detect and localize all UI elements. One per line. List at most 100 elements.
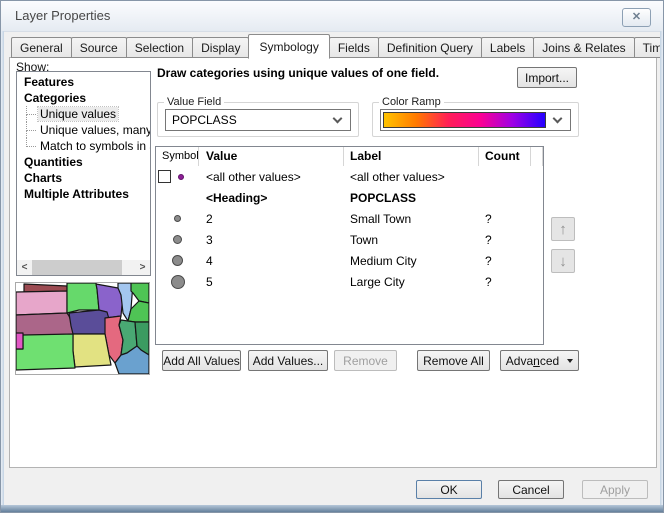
arrow-up-icon: ↑ [559,221,567,238]
show-tree-item-unique-values-many[interactable]: Unique values, many [17,122,150,138]
symbol-cell[interactable] [156,255,199,266]
close-button[interactable]: ✕ [622,8,651,27]
tab-strip: GeneralSourceSelectionDisplaySymbologyFi… [11,34,664,58]
table-row[interactable]: <Heading>POPCLASS [156,187,543,208]
label-cell: Small Town [344,212,479,226]
show-tree-item-features[interactable]: Features [17,74,150,90]
value-field-dropdown[interactable]: POPCLASS [165,109,351,131]
tab-labels[interactable]: Labels [481,37,534,58]
value-cell: 5 [199,275,344,289]
remove-all-button[interactable]: Remove All [417,350,490,371]
column-header-label: Label [344,147,479,166]
color-ramp-group-label: Color Ramp [379,96,444,108]
label-cell: Medium City [344,254,479,268]
apply-button: Apply [582,480,648,499]
tab-joins-relates[interactable]: Joins & Relates [533,37,634,58]
color-ramp-gradient [383,112,546,128]
all-other-values-checkbox[interactable] [158,170,171,183]
label-cell: Town [344,233,479,247]
move-down-button[interactable]: ↓ [551,249,575,273]
point-symbol-icon [171,275,185,289]
point-symbol-icon [174,215,181,222]
advanced-button[interactable]: Advanced [500,350,579,371]
tab-definition-query[interactable]: Definition Query [378,37,482,58]
window-frame-bottom [1,505,663,512]
tab-selection[interactable]: Selection [126,37,193,58]
count-cell: ? [479,212,531,226]
show-tree-item-label: Quantities [22,155,85,169]
symbol-cell[interactable] [156,275,199,289]
value-cell: <Heading> [199,191,344,205]
cancel-button[interactable]: Cancel [498,480,564,499]
values-table-body: <all other values><all other values><Hea… [156,166,543,292]
arrow-down-icon: ↓ [559,253,567,270]
titlebar[interactable]: Layer Properties ✕ [1,1,663,32]
show-tree-item-charts[interactable]: Charts [17,170,150,186]
tab-page-symbology: Show: FeaturesCategoriesUnique valuesUni… [9,57,657,468]
layer-properties-dialog: Layer Properties ✕ GeneralSourceSelectio… [0,0,664,513]
value-field-group-label: Value Field [164,96,224,108]
chevron-down-icon [553,114,563,124]
column-header-value: Value [199,147,344,166]
show-tree: FeaturesCategoriesUnique values Unique va… [16,71,151,276]
symbology-method-description: Draw categories using unique values of o… [157,66,439,80]
show-tree-item-label: Multiple Attributes [22,187,131,201]
remove-button: Remove [334,350,397,371]
table-row[interactable]: 5Large City? [156,271,543,292]
map-thumbnail-image [16,283,149,374]
show-tree-item-categories[interactable]: Categories [17,90,150,106]
count-cell: ? [479,233,531,247]
symbol-cell[interactable] [156,235,199,244]
count-cell: ? [479,254,531,268]
show-tree-item-unique-values[interactable]: Unique values [17,106,150,122]
add-all-values-button[interactable]: Add All Values [162,350,241,371]
point-symbol-icon [173,235,182,244]
tab-fields[interactable]: Fields [329,37,379,58]
symbol-cell[interactable] [156,170,199,183]
symbol-cell[interactable] [156,215,199,222]
value-cell: <all other values> [199,170,344,184]
color-ramp-dropdown[interactable] [380,109,571,131]
value-cell: 2 [199,212,344,226]
point-symbol-icon [178,174,184,180]
tab-source[interactable]: Source [71,37,127,58]
tab-display[interactable]: Display [192,37,249,58]
ok-button[interactable]: OK [416,480,482,499]
values-table-header: SymbolValueLabelCount [156,147,543,166]
table-row[interactable]: 2Small Town? [156,208,543,229]
layer-preview-map [15,282,150,375]
show-tree-item-label: Match to symbols in a [38,139,150,153]
column-header-filler [531,147,543,166]
window-title: Layer Properties [15,1,110,31]
color-ramp-group: Color Ramp [372,96,579,137]
show-tree-items: FeaturesCategoriesUnique values Unique va… [17,74,150,202]
import-button[interactable]: Import... [517,67,577,88]
show-tree-item-label: Unique values, many [38,123,150,137]
value-field-group: Value Field POPCLASS [157,96,359,137]
move-up-button[interactable]: ↑ [551,217,575,241]
value-cell: 3 [199,233,344,247]
scroll-left-arrow-icon[interactable]: < [17,260,32,275]
close-icon: ✕ [632,12,641,23]
show-tree-item-label: Charts [22,171,64,185]
chevron-down-icon [333,114,343,124]
dropdown-caret-icon [567,359,573,363]
show-tree-item-match-to-symbols-in-a[interactable]: Match to symbols in a [17,138,150,154]
values-table: SymbolValueLabelCount <all other values>… [155,146,544,345]
scrollbar-thumb[interactable] [32,260,122,275]
table-row[interactable]: 4Medium City? [156,250,543,271]
show-tree-item-label: Unique values [38,107,118,121]
point-symbol-icon [172,255,183,266]
scroll-right-arrow-icon[interactable]: > [135,260,150,275]
table-row[interactable]: <all other values><all other values> [156,166,543,187]
label-cell: Large City [344,275,479,289]
add-values-button[interactable]: Add Values... [248,350,328,371]
show-tree-item-quantities[interactable]: Quantities [17,154,150,170]
show-tree-item-multiple-attributes[interactable]: Multiple Attributes [17,186,150,202]
tab-symbology[interactable]: Symbology [248,34,329,59]
table-row[interactable]: 3Town? [156,229,543,250]
value-cell: 4 [199,254,344,268]
tab-general[interactable]: General [11,37,72,58]
show-tree-item-label: Features [22,75,76,89]
tree-horizontal-scrollbar[interactable]: < > [17,260,150,275]
